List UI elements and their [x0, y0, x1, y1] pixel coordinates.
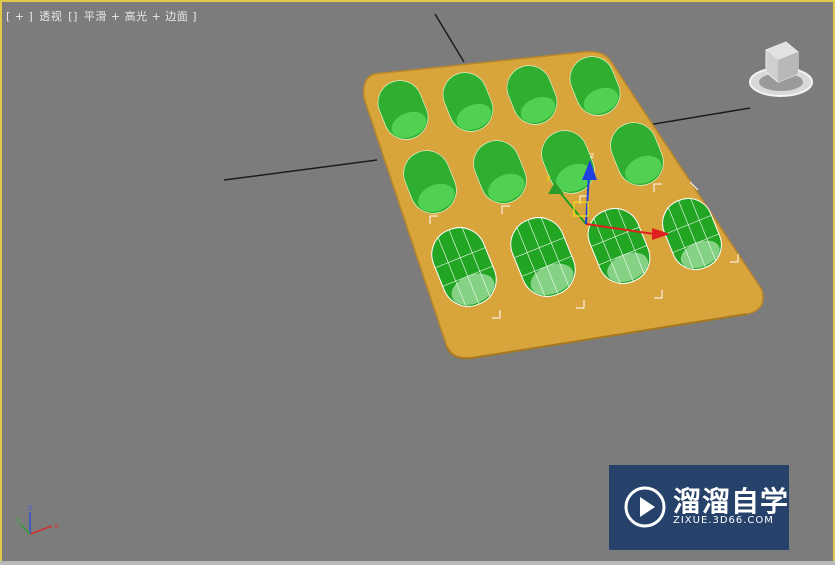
watermark-url: ZIXUE.3D66.COM	[673, 515, 774, 526]
grid-axis-line	[223, 159, 378, 181]
bottom-status-strip	[0, 561, 835, 565]
watermark-title: 溜溜自学	[673, 485, 790, 518]
viewcube-icon[interactable]	[746, 38, 816, 102]
viewcube[interactable]	[746, 38, 816, 102]
watermark-badge: 溜溜自学 ZIXUE.3D66.COM	[609, 465, 789, 550]
gizmo-y-label: y	[546, 173, 551, 182]
tripod-x-label: x	[54, 521, 59, 530]
grid-axis-line	[434, 13, 465, 63]
tripod-y-label: y	[16, 515, 21, 524]
grid-axis-line	[641, 107, 751, 127]
world-axis-tripod: x z y	[16, 502, 66, 548]
play-logo-icon	[624, 486, 666, 528]
tripod-z-label: z	[28, 503, 32, 512]
gizmo-z-label: z	[590, 151, 594, 160]
axis-tripod-icon: x z y	[16, 503, 59, 535]
